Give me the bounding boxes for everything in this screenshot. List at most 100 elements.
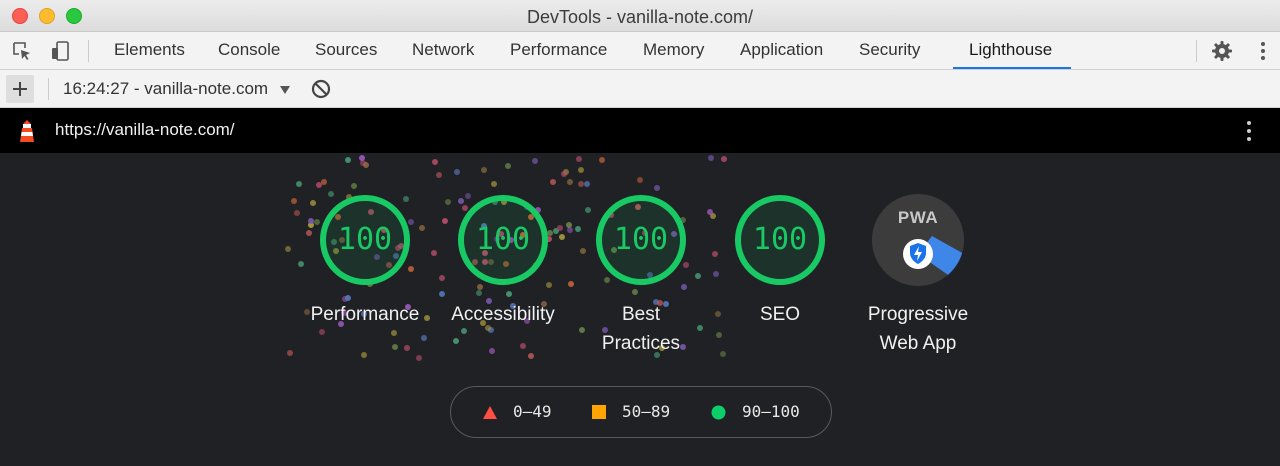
confetti-dot xyxy=(490,181,497,187)
accessibility-score: 100 xyxy=(475,222,531,257)
tab-elements[interactable]: Elements xyxy=(112,32,187,69)
confetti-dot xyxy=(420,334,427,341)
tab-network[interactable]: Network xyxy=(410,32,476,69)
confetti-dot xyxy=(568,280,575,287)
score-legend: 0–49 50–89 90–100 xyxy=(450,386,832,438)
pwa-badge-text: PWA xyxy=(897,208,939,227)
report-url-bar: https://vanilla-note.com/ xyxy=(0,108,1280,153)
confetti-dot xyxy=(577,166,584,173)
confetti-dot xyxy=(445,198,452,205)
device-toolbar-icon[interactable] xyxy=(49,40,71,62)
dropdown-triangle-icon xyxy=(279,85,290,94)
confetti-dot xyxy=(550,178,557,185)
confetti-dot xyxy=(344,156,351,163)
lighthouse-logo-icon xyxy=(20,120,34,142)
legend-pass-range: 90–100 xyxy=(742,402,800,421)
best-practices-label-line1: Best xyxy=(621,304,661,325)
confetti-dot xyxy=(636,177,643,184)
fail-triangle-icon xyxy=(483,406,497,419)
confetti-dot xyxy=(720,155,727,162)
plus-icon xyxy=(13,82,27,96)
confetti-dot xyxy=(598,156,605,163)
report-selector[interactable]: 16:24:27 - vanilla-note.com xyxy=(63,70,291,107)
confetti-dot xyxy=(556,224,563,231)
best-practices-gauge[interactable]: 100 xyxy=(595,194,687,286)
report-url: https://vanilla-note.com/ xyxy=(55,120,235,139)
more-options-icon[interactable] xyxy=(1252,40,1274,62)
confetti-dot xyxy=(707,155,714,162)
confetti-dot xyxy=(351,183,358,189)
lighthouse-toolbar: 16:24:27 - vanilla-note.com xyxy=(0,70,1280,108)
report-menu-icon[interactable] xyxy=(1241,119,1257,143)
pass-circle-icon xyxy=(711,405,726,420)
pwa-label-line1: Progressive xyxy=(867,304,969,325)
seo-score: 100 xyxy=(752,222,808,257)
new-report-button[interactable] xyxy=(6,75,34,103)
pwa-badge[interactable]: PWA xyxy=(872,194,964,286)
confetti-dot xyxy=(321,178,328,185)
confetti-dot xyxy=(438,275,445,282)
confetti-dot xyxy=(360,351,367,358)
pwa-label-line2: Web App xyxy=(879,333,957,354)
tab-console[interactable]: Console xyxy=(216,32,282,69)
confetti-dot xyxy=(295,180,302,187)
confetti-dot xyxy=(488,347,495,354)
confetti-dot xyxy=(694,273,701,280)
toolbar-divider xyxy=(1196,40,1197,62)
tab-memory[interactable]: Memory xyxy=(641,32,706,69)
confetti-dot xyxy=(419,225,426,232)
confetti-dot xyxy=(286,350,293,357)
confetti-dot xyxy=(316,181,323,188)
toolbar-divider xyxy=(48,78,49,100)
accessibility-label: Accessibility xyxy=(451,304,555,325)
tab-performance[interactable]: Performance xyxy=(508,32,609,69)
confetti-dot xyxy=(436,171,443,178)
tab-application[interactable]: Application xyxy=(738,32,825,69)
confetti-dot xyxy=(475,290,482,297)
tab-sources[interactable]: Sources xyxy=(313,32,379,69)
performance-gauge[interactable]: 100 xyxy=(319,194,411,286)
confetti-dot xyxy=(290,197,297,204)
seo-gauge[interactable]: 100 xyxy=(734,194,826,286)
confetti-dot xyxy=(711,251,718,258)
confetti-dot xyxy=(306,230,313,237)
performance-label: Performance xyxy=(310,304,420,325)
confetti-dot xyxy=(403,345,410,352)
seo-label: SEO xyxy=(759,304,801,325)
toolbar-divider xyxy=(88,40,89,62)
confetti-dot xyxy=(560,170,567,177)
tab-security[interactable]: Security xyxy=(857,32,922,69)
clear-all-icon[interactable] xyxy=(310,78,332,100)
inspect-element-icon[interactable] xyxy=(11,40,33,62)
legend-fail-range: 0–49 xyxy=(513,402,552,421)
report-selector-value: 16:24:27 - vanilla-note.com xyxy=(63,79,269,98)
accessibility-gauge[interactable]: 100 xyxy=(457,194,549,286)
confetti-dot xyxy=(506,290,513,297)
performance-score: 100 xyxy=(337,222,393,257)
confetti-dot xyxy=(632,288,639,295)
best-practices-label: Best Practices xyxy=(561,300,721,358)
confetti-dot xyxy=(438,290,445,297)
confetti-dot xyxy=(285,245,292,252)
window-title: DevTools - vanilla-note.com/ xyxy=(526,7,754,27)
active-tab-indicator xyxy=(953,67,1071,69)
confetti-dot xyxy=(319,328,326,335)
confetti-dot xyxy=(566,179,573,186)
pwa-label: Progressive Web App xyxy=(838,300,998,358)
confetti-dot xyxy=(391,329,398,336)
settings-gear-icon[interactable] xyxy=(1211,40,1233,62)
average-square-icon xyxy=(592,405,606,419)
confetti-dot xyxy=(584,207,591,214)
window-titlebar: DevTools - vanilla-note.com/ xyxy=(0,0,1280,32)
tab-lighthouse[interactable]: Lighthouse xyxy=(967,32,1054,69)
confetti-dot xyxy=(441,218,448,225)
legend-average-range: 50–89 xyxy=(622,402,671,421)
confetti-dot xyxy=(558,234,565,241)
confetti-dot xyxy=(575,226,582,233)
confetti-dot xyxy=(416,354,423,361)
confetti-dot xyxy=(293,210,300,217)
devtools-tab-bar: Elements Console Sources Network Perform… xyxy=(0,32,1280,70)
confetti-dot xyxy=(519,342,526,349)
confetti-dot xyxy=(454,169,461,176)
best-practices-score: 100 xyxy=(613,222,669,257)
